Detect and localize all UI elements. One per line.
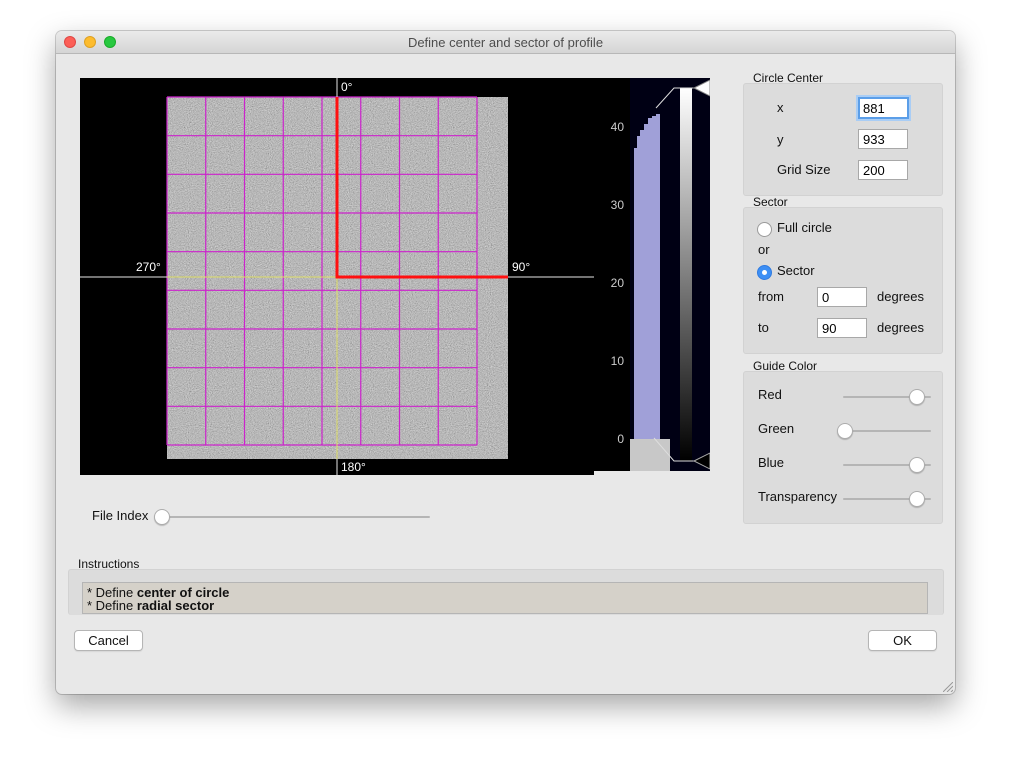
ok-button[interactable]: OK xyxy=(868,630,937,651)
intensity-histogram[interactable]: 40 30 20 10 0 xyxy=(594,78,711,471)
histogram-svg[interactable]: 40 30 20 10 0 xyxy=(594,78,711,471)
green-slider-knob[interactable] xyxy=(837,423,853,439)
histogram-tick-label: 20 xyxy=(611,276,625,290)
dialog-window: Define center and sector of profile 0° 9… xyxy=(56,31,955,694)
instruction-line-2: * Define radial sector xyxy=(87,599,923,612)
image-plot[interactable]: 0° 90° 180° 270° xyxy=(80,78,594,475)
x-label: x xyxy=(777,100,784,115)
red-slider-knob[interactable] xyxy=(909,389,925,405)
blue-label: Blue xyxy=(758,455,785,470)
instruction-2-prefix: * Define xyxy=(87,598,137,613)
transparency-label: Transparency xyxy=(758,489,837,504)
title-bar[interactable]: Define center and sector of profile xyxy=(56,31,955,54)
cancel-button[interactable]: Cancel xyxy=(74,630,143,651)
center-x-field[interactable] xyxy=(858,97,909,119)
instructions-text: * Define center of circle * Define radia… xyxy=(82,582,928,614)
to-unit-label: degrees xyxy=(877,320,924,335)
to-degrees-field[interactable] xyxy=(817,318,867,338)
resize-grip-icon[interactable] xyxy=(943,682,953,692)
angle-label-top: 0° xyxy=(341,80,353,94)
file-index-slider-track[interactable] xyxy=(160,516,430,518)
image-plot-svg[interactable]: 0° 90° 180° 270° xyxy=(80,78,594,475)
sector-label[interactable]: Sector xyxy=(777,263,815,278)
sector-group: Full circle or Sector from degrees to de… xyxy=(743,207,943,354)
y-label: y xyxy=(777,132,784,147)
blue-slider-knob[interactable] xyxy=(909,457,925,473)
red-label: Red xyxy=(758,387,782,402)
window-title: Define center and sector of profile xyxy=(407,35,604,50)
green-label: Green xyxy=(758,421,795,436)
angle-label-left: 270° xyxy=(136,260,161,274)
histogram-bottom-panel xyxy=(630,439,670,471)
full-circle-label[interactable]: Full circle xyxy=(777,220,832,235)
sector-radio[interactable] xyxy=(757,265,772,280)
transparency-slider-knob[interactable] xyxy=(909,491,925,507)
histogram-tick-label: 10 xyxy=(611,354,625,368)
histogram-tick-label: 0 xyxy=(617,432,624,446)
to-label: to xyxy=(758,320,769,335)
histogram-ticks: 40 30 20 10 0 xyxy=(611,120,625,446)
green-slider-track[interactable] xyxy=(843,430,931,432)
grid-size-label: Grid Size xyxy=(777,162,831,177)
histogram-tick-label: 30 xyxy=(611,198,625,212)
file-index-slider-knob[interactable] xyxy=(154,509,170,525)
histogram-bars xyxy=(634,114,660,439)
angle-label-right: 90° xyxy=(512,260,530,274)
from-degrees-field[interactable] xyxy=(817,287,867,307)
from-label: from xyxy=(758,289,784,304)
center-y-field[interactable] xyxy=(858,129,908,149)
guide-color-group: Red Green Blue Transparency xyxy=(743,371,943,524)
grid-size-field[interactable] xyxy=(858,160,908,180)
file-index-label: File Index xyxy=(92,508,149,523)
histogram-tick-label: 40 xyxy=(611,120,625,134)
angle-label-bottom: 180° xyxy=(341,460,366,474)
full-circle-radio[interactable] xyxy=(757,222,772,237)
histogram-fill xyxy=(634,114,660,439)
instruction-2-bold: radial sector xyxy=(136,598,215,613)
from-unit-label: degrees xyxy=(877,289,924,304)
colorbar-gradient xyxy=(680,88,692,461)
or-label: or xyxy=(758,242,770,257)
circle-center-group: x y Grid Size xyxy=(743,83,943,196)
